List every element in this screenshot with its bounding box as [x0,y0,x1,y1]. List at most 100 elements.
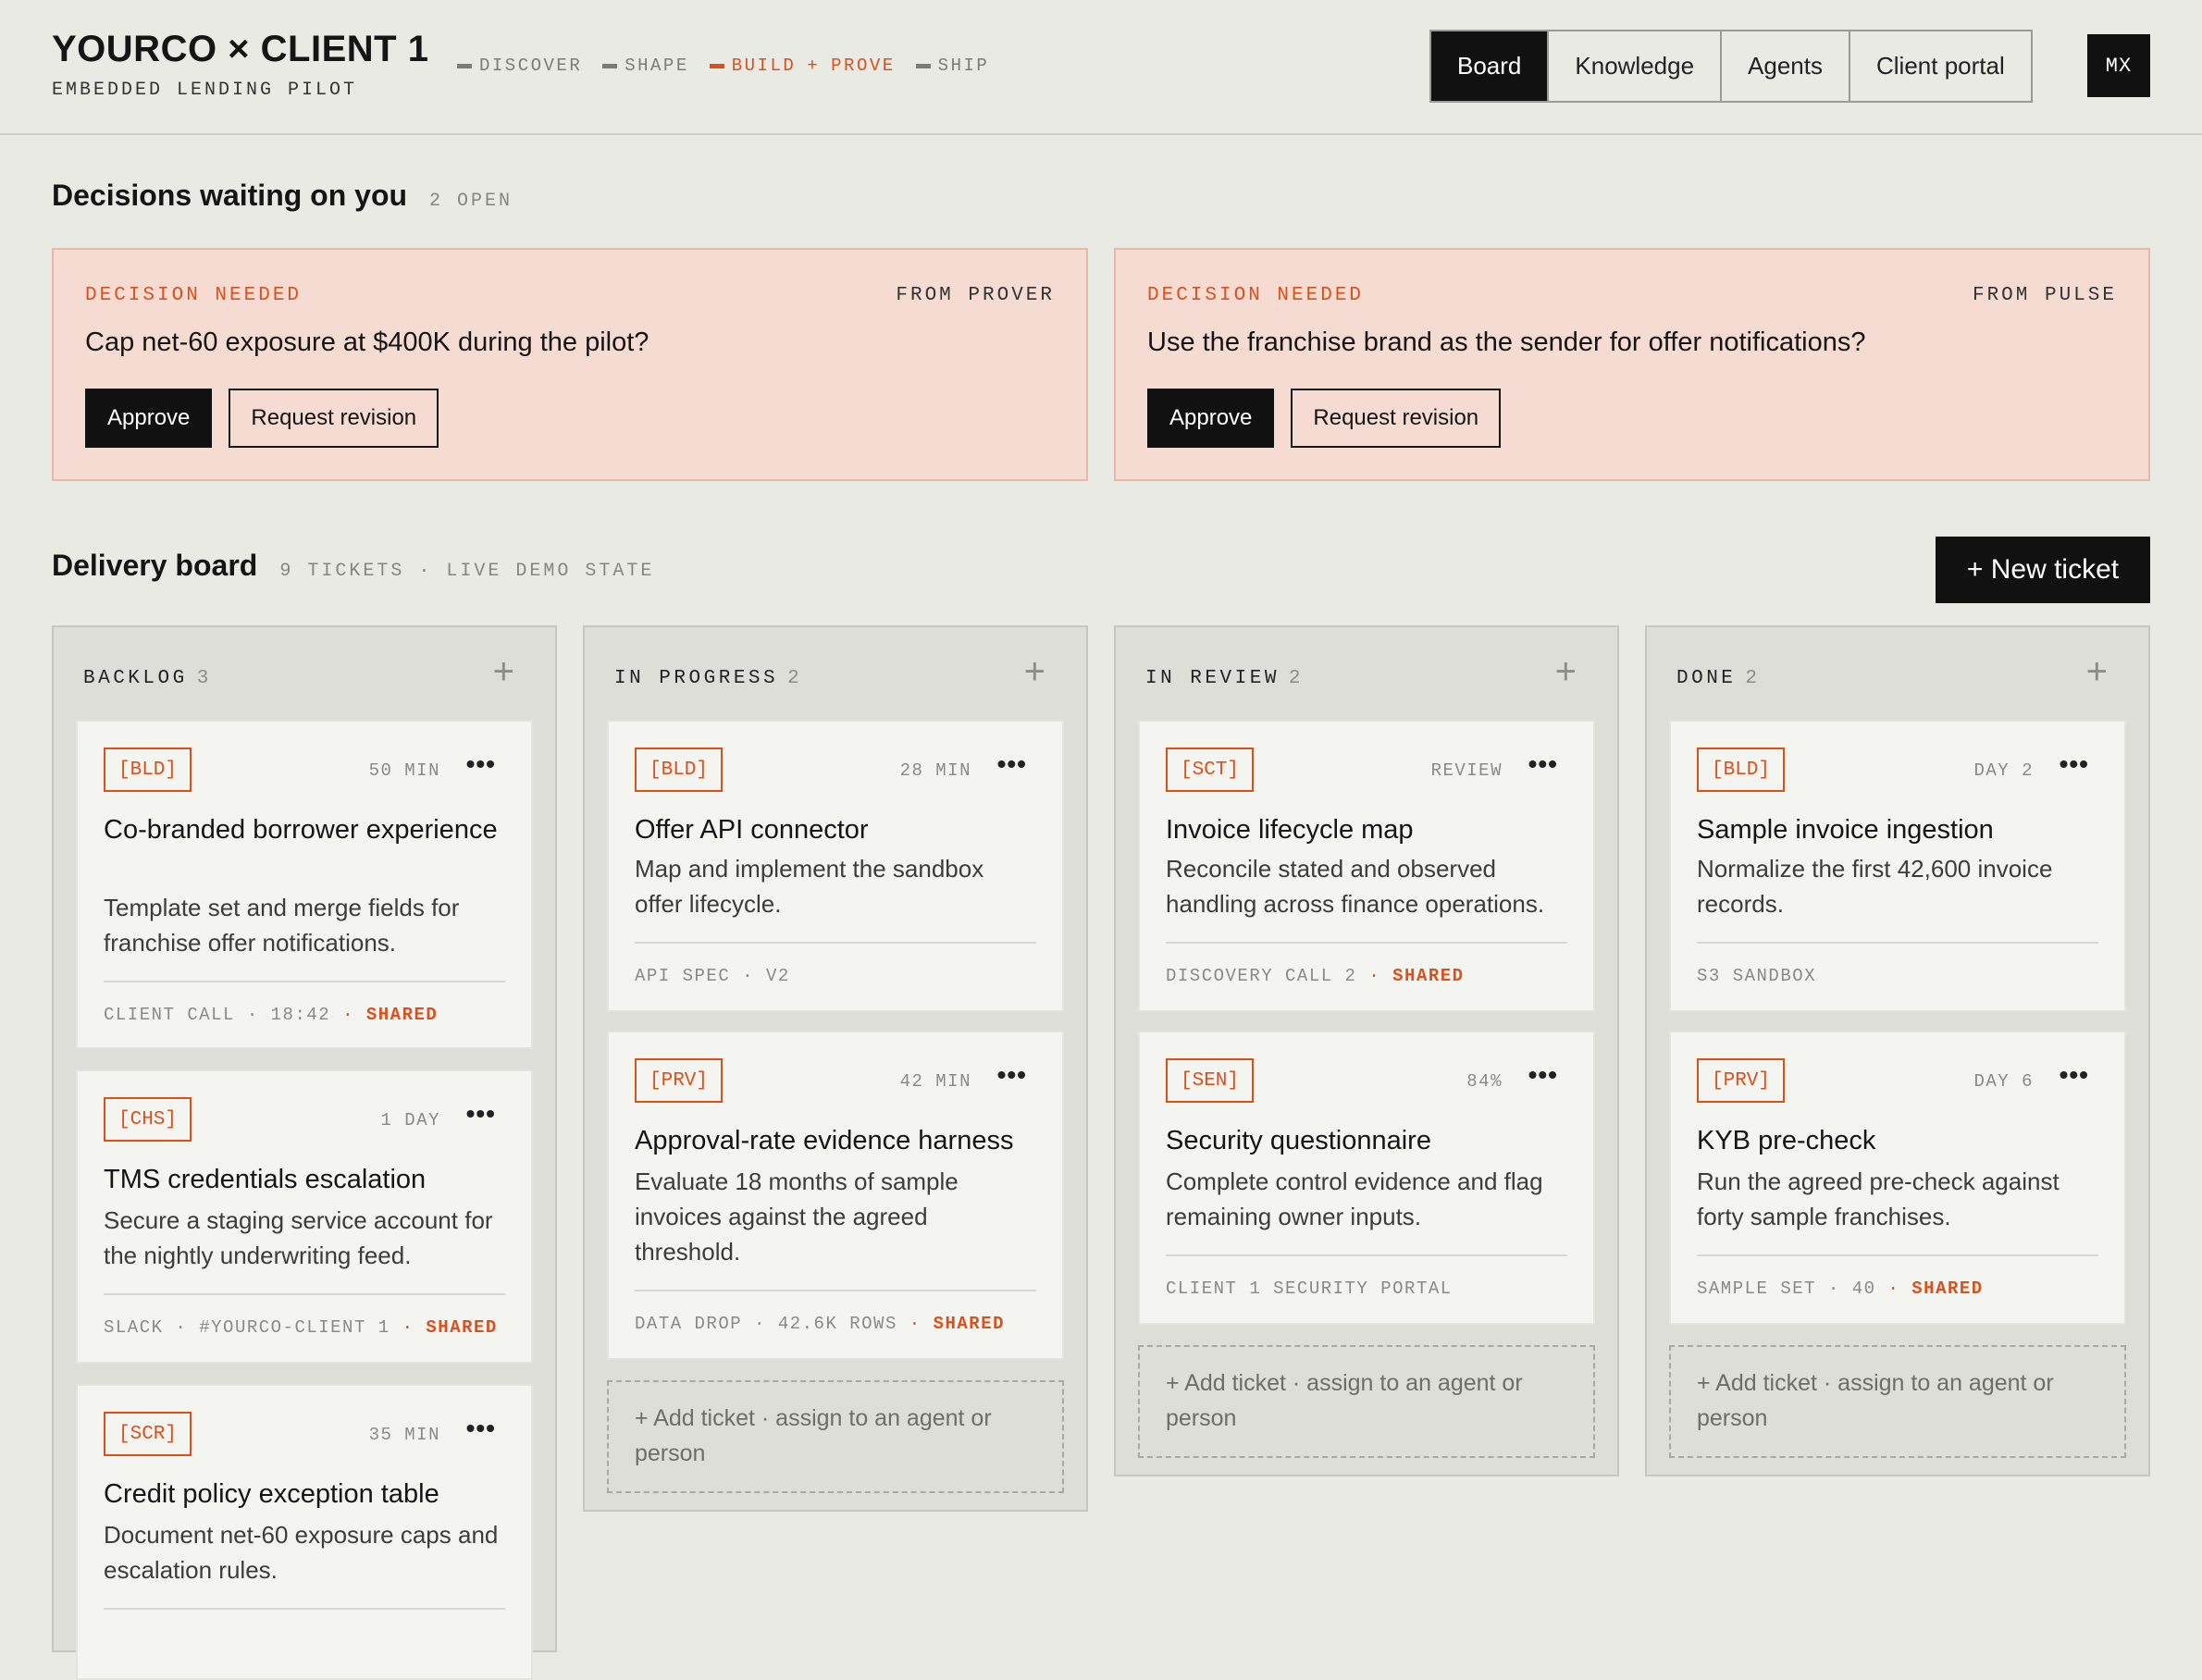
approve-button[interactable]: Approve [1147,389,1275,448]
column-count: 2 [1745,668,1761,689]
ticket-description: Secure a staging service account for the… [104,1206,493,1269]
footer-source: DATA DROP [635,1314,743,1334]
ticket-tag: [SCR] [104,1412,192,1456]
add-icon[interactable]: + [1555,651,1577,693]
decision-kind: DECISION NEEDED [1147,285,1365,306]
more-options-icon[interactable]: ••• [1528,749,1558,779]
add-ticket-button[interactable]: + Add ticket · assign to an agent or per… [1138,1345,1595,1458]
decision-kind: DECISION NEEDED [85,285,303,306]
footer-source: CLIENT CALL [104,1005,235,1025]
phase-dash-icon [709,63,724,68]
more-options-icon[interactable]: ••• [997,1060,1027,1090]
ticket-tag: [BLD] [635,747,724,792]
ticket-tag: [BLD] [1697,747,1786,792]
new-ticket-button[interactable]: + New ticket [1936,537,2150,603]
board-header: Delivery board 9 TICKETS · LIVE DEMO STA… [52,549,654,583]
more-options-icon[interactable]: ••• [466,1414,496,1443]
request-revision-button[interactable]: Request revision [1291,389,1502,448]
add-ticket-button[interactable]: + Add ticket · assign to an agent or per… [1669,1345,2126,1458]
tab-client-portal[interactable]: Client portal [1850,31,2031,101]
footer-source: SAMPLE SET [1697,1279,1817,1299]
decisions-header: Decisions waiting on you 2 OPEN [52,179,513,213]
tab-agents[interactable]: Agents [1722,31,1850,101]
add-ticket-button[interactable]: + Add ticket · assign to an agent or per… [607,1380,1064,1493]
ticket-time: 35 MIN [368,1425,440,1445]
column-title: IN PROGRESS 2 [614,668,802,689]
ticket-card[interactable]: [PRV] 42 MIN ••• Approval-rate evidence … [607,1031,1064,1360]
tab-knowledge[interactable]: Knowledge [1549,31,1723,101]
avatar[interactable]: MX [2087,34,2150,97]
ticket-card[interactable]: [BLD] 50 MIN ••• Co-branded borrower exp… [76,720,533,1049]
ticket-tag: [PRV] [1697,1058,1786,1103]
ticket-card[interactable]: [SCT] REVIEW ••• Invoice lifecycle map R… [1138,720,1595,1012]
more-options-icon[interactable]: ••• [997,749,1027,779]
approve-button[interactable]: Approve [85,389,213,448]
ticket-time: 28 MIN [899,760,971,781]
ticket-title: Invoice lifecycle map [1166,815,1414,845]
more-options-icon[interactable]: ••• [1528,1060,1558,1090]
tab-board[interactable]: Board [1431,31,1550,101]
phase-tracker: DISCOVER SHAPE BUILD + PROVE SHIP [457,56,989,76]
more-options-icon[interactable]: ••• [466,749,496,779]
ticket-title: TMS credentials escalation [104,1165,427,1194]
column-in-progress: IN PROGRESS 2 + [BLD] 28 MIN ••• Offer AP… [583,625,1088,1512]
column-title: IN REVIEW 2 [1145,668,1304,689]
phase-shape: SHAPE [602,56,689,76]
ticket-time: 84% [1466,1071,1503,1092]
footer-source: SLACK [104,1317,164,1338]
column-count: 2 [787,668,803,689]
phase-label: BUILD [731,56,797,76]
ticket-card[interactable]: [SEN] 84% ••• Security questionnaire Com… [1138,1031,1595,1325]
decisions-count: 2 OPEN [429,191,513,212]
footer-detail: 40 [1851,1279,1876,1299]
footer-detail: 42.6K ROWS [777,1314,897,1334]
phase-plus: + [807,56,821,76]
shared-badge: SHARED [365,1005,439,1025]
ticket-card[interactable]: [BLD] DAY 2 ••• Sample invoice ingestion… [1669,720,2126,1012]
column-name: DONE [1676,668,1737,689]
phase-label: SHIP [937,56,990,76]
app-header: YOURCO × CLIENT 1 EMBEDDED LENDING PILOT… [0,0,2202,135]
phase-dash-icon [602,63,618,68]
column-in-review: IN REVIEW 2 + [SCT] REVIEW ••• Invoice li… [1114,625,1619,1476]
brand: YOURCO × CLIENT 1 EMBEDDED LENDING PILOT [52,26,428,101]
ticket-footer: S3 SANDBOX [1697,966,2098,986]
decision-actions: Approve Request revision [85,389,439,448]
shared-badge: SHARED [1911,1279,1984,1299]
ticket-title: Co-branded borrower experience [104,815,498,845]
add-icon[interactable]: + [493,651,514,693]
ticket-description: Reconcile stated and observed handling a… [1166,855,1545,918]
card-divider [635,1290,1036,1291]
add-icon[interactable]: + [2086,651,2108,693]
phase-dash-icon [457,63,472,68]
ticket-card[interactable]: [CHS] 1 DAY ••• TMS credentials escalati… [76,1069,533,1364]
ticket-title: Credit policy exception table [104,1479,439,1509]
board-meta: 9 TICKETS · LIVE DEMO STATE [279,561,655,582]
ticket-footer: API SPEC · V2 [635,966,790,986]
ticket-title: Sample invoice ingestion [1697,815,1994,845]
ticket-description: Normalize the first 42,600 invoice recor… [1697,855,2053,918]
add-icon[interactable]: + [1024,651,1045,693]
ticket-card[interactable]: [SCR] 35 MIN ••• Credit policy exception… [76,1384,533,1680]
ticket-card[interactable]: [PRV] DAY 6 ••• KYB pre-check Run the ag… [1669,1031,2126,1325]
more-options-icon[interactable]: ••• [2060,1060,2089,1090]
shared-badge: SHARED [426,1317,498,1338]
decision-question: Cap net-60 exposure at $400K during the … [85,327,649,357]
footer-source: CLIENT 1 SECURITY PORTAL [1166,1279,1453,1299]
more-options-icon[interactable]: ••• [466,1099,496,1129]
ticket-tag: [PRV] [635,1058,724,1103]
ticket-time: 1 DAY [380,1110,440,1130]
card-divider [1166,942,1567,944]
ticket-card[interactable]: [BLD] 28 MIN ••• Offer API connector Map… [607,720,1064,1012]
card-divider [1697,1254,2098,1256]
shared-badge: SHARED [1392,966,1465,986]
more-options-icon[interactable]: ••• [2060,749,2089,779]
footer-detail: #YOURCO-CLIENT 1 [199,1317,390,1338]
card-divider [104,981,505,982]
card-divider [1697,942,2098,944]
phase-ship: SHIP [915,56,990,76]
ticket-description: Complete control evidence and flag remai… [1166,1167,1543,1230]
phase-dash-icon [915,63,931,68]
request-revision-button[interactable]: Request revision [229,389,439,448]
decisions-title: Decisions waiting on you [52,179,408,212]
